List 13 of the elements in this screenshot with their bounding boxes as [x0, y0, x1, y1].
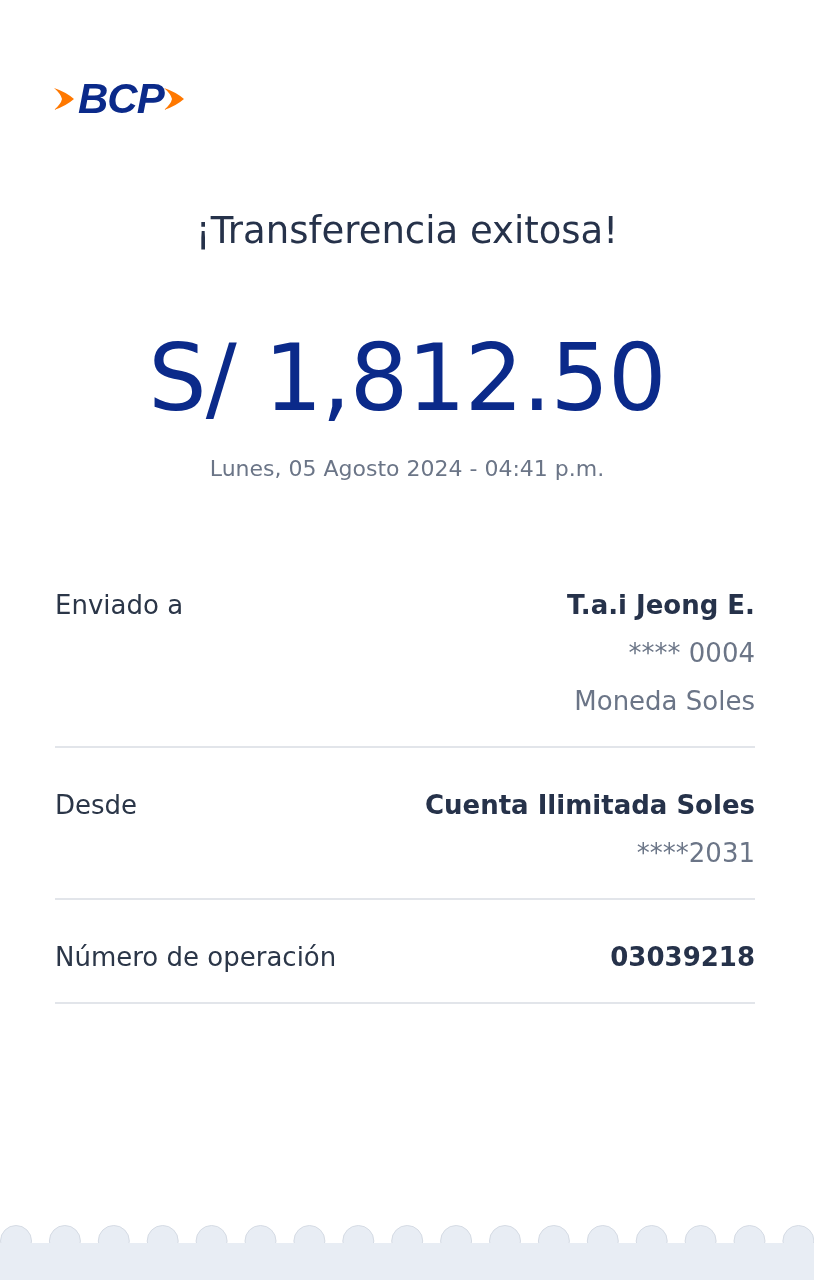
detail-value: Cuenta Ilimitada Soles — [424, 789, 755, 822]
bank-logo-text: BCP — [78, 78, 164, 120]
transfer-amount: S/ 1,812.50 — [147, 324, 667, 434]
detail-label: Número de operación — [55, 941, 337, 974]
detail-subvalue: ****2031 — [636, 837, 755, 870]
detail-label: Desde — [55, 789, 138, 822]
detail-subvalue: Moneda Soles — [574, 685, 755, 718]
detail-value: T.a.i Jeong E. — [566, 589, 755, 622]
transfer-datetime: Lunes, 05 Agosto 2024 - 04:41 p.m. — [208, 455, 606, 483]
success-title: ¡Transferencia exitosa! — [194, 208, 620, 254]
detail-label: Enviado a — [55, 589, 184, 622]
detail-value: 03039218 — [610, 941, 755, 974]
detail-subvalue: **** 0004 — [628, 637, 755, 670]
